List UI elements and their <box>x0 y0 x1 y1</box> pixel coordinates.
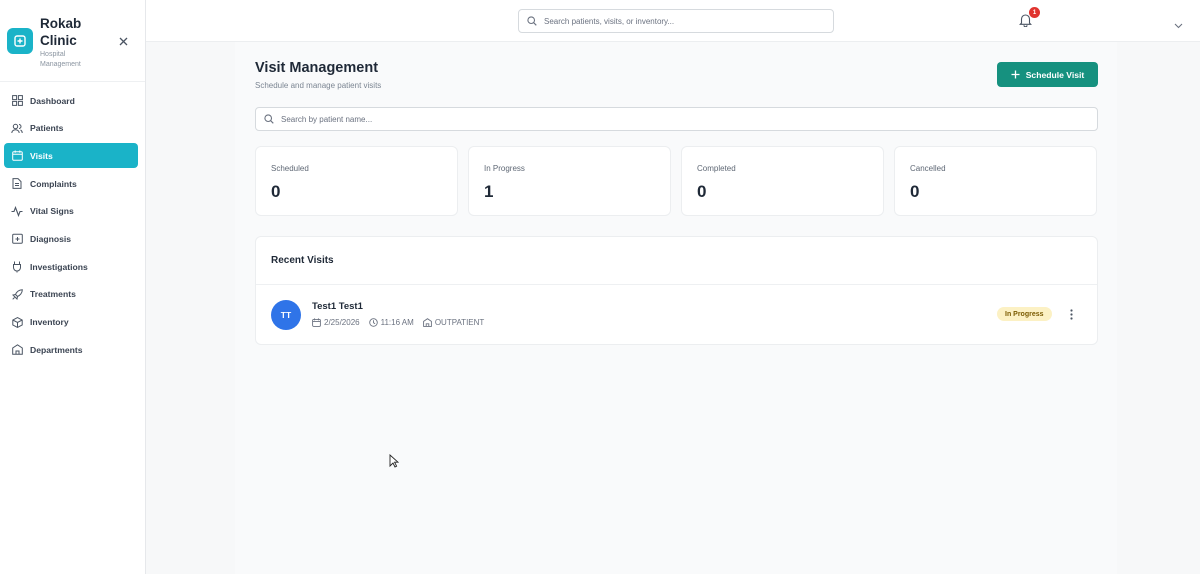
sidebar-item-investigations[interactable]: Investigations <box>4 254 138 279</box>
rocket-icon <box>11 288 23 300</box>
stat-value: 0 <box>271 182 281 201</box>
sidebar-item-label: Complaints <box>30 178 77 189</box>
stat-card-completed: Completed 0 <box>681 146 884 216</box>
sidebar-item-diagnosis[interactable]: Diagnosis <box>4 226 138 251</box>
status-badge: In Progress <box>997 307 1052 321</box>
topbar: 1 <box>146 0 1200 42</box>
patient-search-input[interactable] <box>281 114 1097 124</box>
stat-label: Cancelled <box>910 164 946 173</box>
sidebar-item-departments[interactable]: Departments <box>4 337 138 362</box>
sidebar-item-label: Patients <box>30 123 64 134</box>
brand-subtitle: Hospital Management <box>40 51 81 68</box>
brand-name: Rokab Clinic <box>40 16 82 48</box>
more-vertical-icon <box>1069 308 1073 320</box>
search-icon <box>527 16 537 26</box>
visit-row[interactable]: TT Test1 Test1 2/25/2026 11:16 AM OUTPAT… <box>256 285 1097 345</box>
avatar: TT <box>271 300 301 330</box>
page-subtitle: Schedule and manage patient visits <box>255 81 382 90</box>
stat-label: Scheduled <box>271 164 309 173</box>
sidebar-item-visits[interactable]: Visits <box>4 143 138 169</box>
stat-card-cancelled: Cancelled 0 <box>894 146 1097 216</box>
visit-meta: 2/25/2026 11:16 AM OUTPATIENT <box>312 318 493 327</box>
sidebar-item-label: Inventory <box>30 317 69 327</box>
sidebar-item-complaints[interactable]: Complaints <box>4 171 138 196</box>
visit-date: 2/25/2026 <box>324 318 360 327</box>
close-icon <box>119 37 127 45</box>
stat-label: In Progress <box>484 164 525 173</box>
global-search-input[interactable] <box>544 16 833 26</box>
user-menu-toggle[interactable] <box>1174 16 1184 29</box>
main-content: Visit Management Schedule and manage pat… <box>235 42 1117 574</box>
patient-name: Test1 Test1 <box>312 301 363 312</box>
stat-card-in-progress: In Progress 1 <box>468 146 671 216</box>
sidebar-item-treatments[interactable]: Treatments <box>4 282 138 307</box>
stat-card-scheduled: Scheduled 0 <box>255 146 458 216</box>
users-icon <box>11 122 23 134</box>
sidebar-item-inventory[interactable]: Inventory <box>4 310 138 335</box>
brand-header: Rokab Clinic Hospital Management <box>0 0 145 82</box>
dashboard-icon <box>11 95 23 107</box>
building-icon <box>422 318 432 327</box>
visit-time: 11:16 AM <box>380 318 414 327</box>
recent-visits-title: Recent Visits <box>256 237 1097 285</box>
stat-label: Completed <box>697 164 736 173</box>
page-title: Visit Management <box>255 60 379 76</box>
schedule-visit-button[interactable]: Schedule Visit <box>997 62 1098 87</box>
building-icon <box>11 344 23 356</box>
close-sidebar-button[interactable] <box>116 34 130 48</box>
visit-actions-button[interactable] <box>1065 307 1077 321</box>
clinic-logo-icon <box>7 28 33 54</box>
sidebar-item-label: Visits <box>30 150 53 161</box>
schedule-visit-label: Schedule Visit <box>1025 69 1085 80</box>
sidebar-item-label: Vital Signs <box>30 206 74 217</box>
calendar-icon <box>11 150 23 162</box>
sidebar-item-label: Dashboard <box>30 95 75 106</box>
sidebar-nav: Dashboard Patients Visits Complaints Vit… <box>0 88 146 365</box>
sidebar-item-vital-signs[interactable]: Vital Signs <box>4 199 138 224</box>
stat-value: 1 <box>484 182 494 201</box>
box-icon <box>11 316 23 328</box>
test-tube-icon <box>11 261 23 273</box>
visit-type: OUTPATIENT <box>434 318 485 327</box>
sidebar-item-patients[interactable]: Patients <box>4 116 138 141</box>
sidebar: Rokab Clinic Hospital Management Dashboa… <box>0 0 146 574</box>
sidebar-item-label: Departments <box>30 344 83 355</box>
recent-visits-panel: Recent Visits TT Test1 Test1 2/25/2026 1… <box>255 236 1098 345</box>
chevron-down-icon <box>1174 23 1183 29</box>
mouse-cursor-icon <box>389 454 399 468</box>
notification-badge: 1 <box>1029 7 1040 18</box>
patient-search[interactable] <box>255 107 1098 131</box>
clock-icon <box>368 318 378 327</box>
sidebar-item-label: Investigations <box>30 261 88 272</box>
sidebar-item-label: Treatments <box>30 289 76 300</box>
global-search[interactable] <box>518 9 834 33</box>
stat-value: 0 <box>697 182 707 201</box>
plus-icon <box>1011 70 1020 79</box>
sidebar-item-label: Diagnosis <box>30 233 72 244</box>
activity-icon <box>11 205 23 217</box>
calendar-icon <box>312 318 321 327</box>
sidebar-item-dashboard[interactable]: Dashboard <box>4 88 138 113</box>
search-icon <box>264 114 274 124</box>
clipboard-icon <box>11 233 23 245</box>
document-icon <box>11 178 23 190</box>
stat-value: 0 <box>910 182 920 201</box>
